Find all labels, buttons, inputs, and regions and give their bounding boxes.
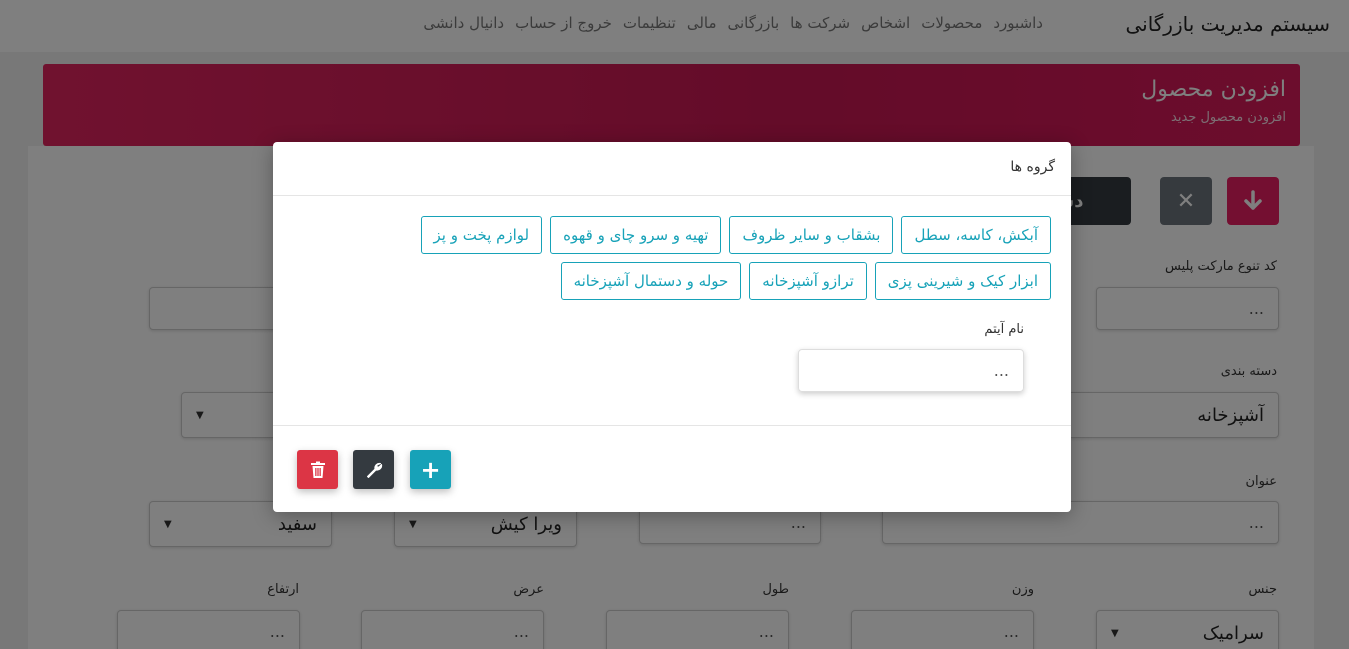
wrench-icon: [366, 462, 382, 478]
item-name-placeholder: ...: [993, 361, 1009, 380]
modal-title: گروه ها: [1010, 159, 1055, 175]
delete-button[interactable]: [297, 450, 338, 489]
group-chips-row-1: آبکش، کاسه، سطل بشقاب و سایر ظروف تهیه و…: [420, 216, 1051, 254]
group-chip[interactable]: حوله و دستمال آشپزخانه: [560, 262, 742, 300]
groups-modal: گروه ها آبکش، کاسه، سطل بشقاب و سایر ظرو…: [273, 142, 1071, 512]
edit-button[interactable]: [353, 450, 394, 489]
add-button[interactable]: +: [410, 450, 451, 489]
group-chip[interactable]: بشقاب و سایر ظروف: [729, 216, 894, 254]
item-name-input[interactable]: ...: [798, 349, 1024, 392]
item-name-label: نام آیتم: [984, 322, 1024, 337]
modal-header: گروه ها: [273, 142, 1071, 196]
group-chips-row-2: ابزار کیک و شیرینی پزی ترازو آشپزخانه حو…: [560, 262, 1051, 300]
group-chip[interactable]: تهیه و سرو چای و قهوه: [550, 216, 722, 254]
group-chip[interactable]: ابزار کیک و شیرینی پزی: [874, 262, 1051, 300]
modal-footer: +: [273, 425, 1071, 512]
group-chip[interactable]: آبکش، کاسه، سطل: [901, 216, 1051, 254]
plus-icon: +: [420, 455, 441, 484]
group-chip[interactable]: ترازو آشپزخانه: [749, 262, 867, 300]
group-chip[interactable]: لوازم پخت و پز: [420, 216, 543, 254]
trash-icon: [310, 461, 325, 478]
